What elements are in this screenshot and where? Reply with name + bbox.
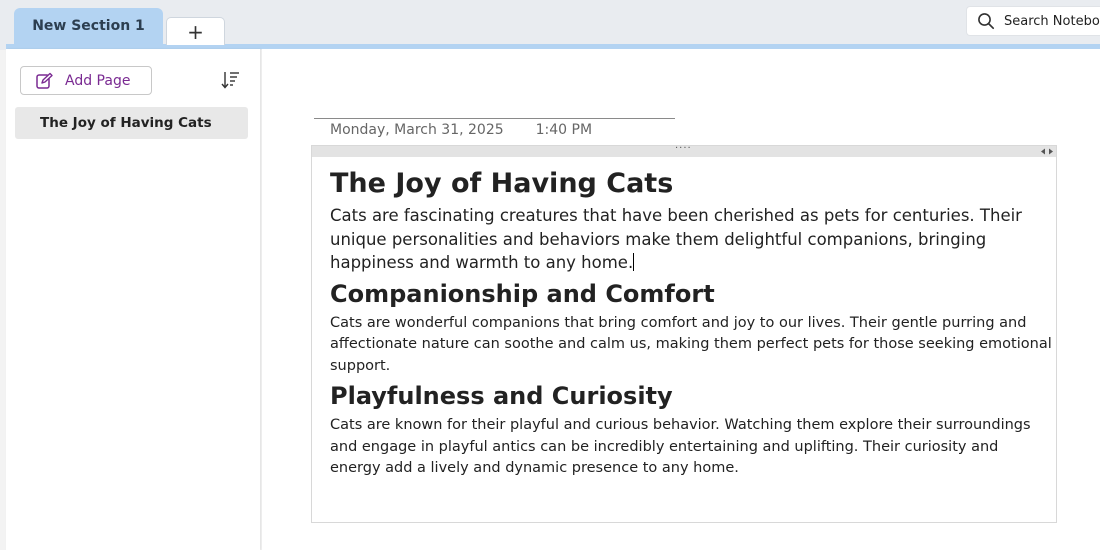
add-page-label: Add Page [65, 72, 131, 89]
sort-button[interactable] [218, 68, 242, 92]
note-content[interactable]: The Joy of Having Cats Cats are fascinat… [330, 166, 1052, 480]
page-list-item[interactable]: The Joy of Having Cats [15, 107, 248, 139]
section-tab-active[interactable]: New Section 1 [14, 8, 163, 46]
page-list-panel: Add Page The Joy of Having Cats [6, 49, 260, 550]
drag-handle-icon[interactable]: ···· [675, 144, 692, 154]
add-page-button[interactable]: Add Page [20, 66, 152, 95]
edit-icon [36, 72, 53, 89]
section-heading[interactable]: Playfulness and Curiosity [330, 380, 1052, 412]
note-intro-paragraph[interactable]: Cats are fascinating creatures that have… [330, 204, 1052, 275]
search-input[interactable] [1004, 13, 1100, 29]
note-title[interactable]: The Joy of Having Cats [330, 166, 1052, 202]
search-icon [978, 13, 995, 30]
section-paragraph[interactable]: Cats are wonderful companions that bring… [330, 313, 1052, 378]
page-date-time: Monday, March 31, 2025 1:40 PM [330, 122, 592, 138]
text-cursor [633, 253, 635, 271]
note-container-handle[interactable]: ···· [312, 144, 1056, 157]
section-paragraph[interactable]: Cats are known for their playful and cur… [330, 415, 1052, 480]
note-container[interactable]: ···· The Joy of Having Cats Cats are fas… [311, 144, 1057, 523]
resize-arrows-icon[interactable] [1040, 147, 1054, 156]
page-time: 1:40 PM [535, 122, 593, 138]
add-section-button[interactable]: + [166, 17, 225, 45]
page-date: Monday, March 31, 2025 [330, 122, 504, 138]
section-tab-bar: New Section 1 + [0, 0, 1100, 50]
search-box[interactable] [966, 6, 1100, 36]
page-title-underline [314, 118, 675, 119]
sort-icon [221, 72, 239, 89]
page-canvas[interactable]: Monday, March 31, 2025 1:40 PM ···· The … [262, 49, 1100, 550]
section-heading[interactable]: Companionship and Comfort [330, 278, 1052, 310]
